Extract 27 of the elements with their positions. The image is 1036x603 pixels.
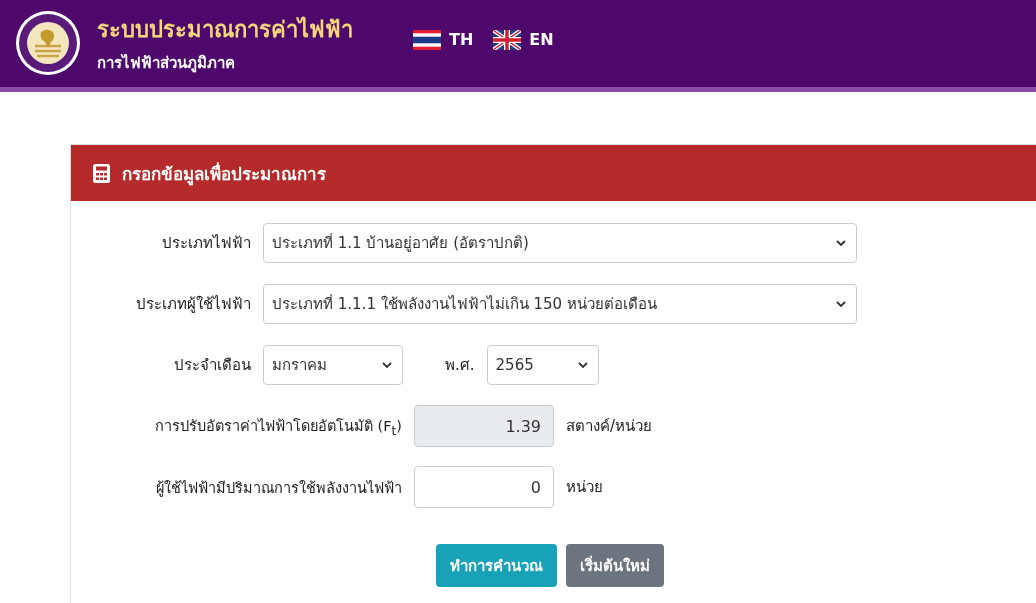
flag-icon[interactable] [413,29,441,50]
dropdown[interactable]: มกราคม [263,345,403,385]
card-title: กรอกข้อมูลเพื่อประมาณการ [122,161,326,187]
field-label: ประเภทผู้ใช้ไฟฟ้า [135,294,251,315]
field-label: ประเภทไฟฟ้า [161,233,251,254]
chevron-icon [836,300,846,308]
flag-icon[interactable] [493,29,522,50]
field-label: พ.ศ. [445,355,475,376]
field-label: ผู้ใช้ไฟฟ้ามีปริมาณการใช้พลังงานไฟฟ้า [155,478,402,499]
logo-icon [15,9,81,76]
site-title: ระบบประมาณการค่าไฟฟ้า [97,15,354,44]
field-label: การปรับอัตราค่าไฟฟ้าโดยอัตโนมัติ (F$_{t}$) [153,417,402,438]
dropdown[interactable]: 2565 [486,345,599,385]
dropdown[interactable]: ประเภทที่ 1.1 บ้านอยู่อาศัย (อัตราปกติ) [263,223,857,263]
chevron-icon [577,361,588,369]
site-subtitle: การไฟฟ้าส่วนภูมิภาค [97,52,236,75]
number-field[interactable]: 0 [414,466,554,508]
unit-label: สตางค์/หน่วย [566,416,653,437]
reset-button[interactable]: เริ่มต้นใหม่ [566,544,664,587]
field-label: ประจำเดือน [173,355,251,376]
calculator-icon [93,163,110,183]
language-link[interactable]: EN [529,30,554,49]
language-link[interactable]: TH [449,30,474,49]
dropdown[interactable]: ประเภทที่ 1.1.1 ใช้พลังงานไฟฟ้าไม่เกิน 150 หน่วยต่อเดือน [263,284,857,324]
chevron-icon [836,239,846,247]
chevron-icon [382,361,392,369]
unit-label: หน่วย [566,477,603,498]
